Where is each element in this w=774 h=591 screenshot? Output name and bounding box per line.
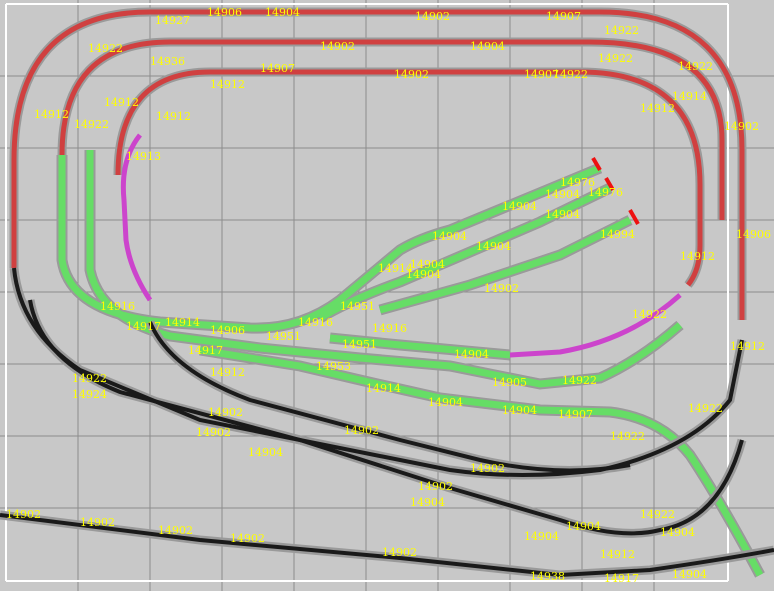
- track-label: 14904: [410, 496, 445, 509]
- track-label: 14904: [428, 396, 463, 409]
- track-label: 14914: [165, 316, 200, 329]
- track-label: 14902: [415, 10, 450, 23]
- track-label: 14916: [372, 322, 407, 335]
- track-label: 14922: [562, 374, 597, 387]
- track-label: 14951: [340, 300, 375, 313]
- track-label: 14922: [598, 52, 633, 65]
- track-label: 14904: [524, 530, 559, 543]
- track-label: 14917: [126, 320, 161, 333]
- track-label: 14907: [260, 62, 295, 75]
- track-label: 14902: [80, 516, 115, 529]
- track-label: 14907: [558, 408, 593, 421]
- track-label: 14922: [72, 372, 107, 385]
- track-label: 14904: [248, 446, 283, 459]
- track-label: 14913: [126, 150, 161, 163]
- track-label: 14916: [298, 316, 333, 329]
- track-label: 14904: [502, 200, 537, 213]
- track-label: 14902: [320, 40, 355, 53]
- track-label: 14902: [418, 480, 453, 493]
- track-label: 14902: [344, 424, 379, 437]
- track-label: 14904: [454, 348, 489, 361]
- track-label: 14902: [196, 426, 231, 439]
- track-label: 14922: [640, 508, 675, 521]
- track-label: 14904: [672, 568, 707, 581]
- track-label: 14922: [688, 402, 723, 415]
- track-label: 14953: [316, 360, 351, 373]
- track-label: 14902: [724, 120, 759, 133]
- track-label: 14914: [366, 382, 401, 395]
- track-label: 14922: [604, 24, 639, 37]
- track-label: 14904: [545, 208, 580, 221]
- track-label: 14912: [680, 250, 715, 263]
- track-label: 14976: [588, 186, 623, 199]
- track-label: 14922: [88, 42, 123, 55]
- track-label: 14912: [156, 110, 191, 123]
- track-label: 14922: [610, 430, 645, 443]
- track-label: 14902: [158, 524, 193, 537]
- track-label: 14902: [208, 406, 243, 419]
- track-label: 14905: [492, 376, 527, 389]
- track-label: 14912: [34, 108, 69, 121]
- track-label: 14904: [566, 520, 601, 533]
- track-label: 14912: [210, 78, 245, 91]
- track-plan: 14927 14906 14904 14902 14907 14922 1490…: [0, 0, 774, 591]
- track-label: 14906: [207, 6, 242, 19]
- track-label: 14916: [100, 300, 135, 313]
- track-label: 14927: [155, 14, 190, 27]
- track-label: 14922: [74, 118, 109, 131]
- track-label: 14904: [502, 404, 537, 417]
- track-label: 14936: [150, 55, 185, 68]
- track-label: 14904: [476, 240, 511, 253]
- track-label: 14922: [553, 68, 588, 81]
- track-label: 14904: [545, 188, 580, 201]
- track-label: 14904: [470, 40, 505, 53]
- track-label: 14951: [342, 338, 377, 351]
- track-label: 14904: [265, 6, 300, 19]
- track-label: 14912: [210, 366, 245, 379]
- track-label: 14902: [382, 546, 417, 559]
- track-label: 14912: [104, 96, 139, 109]
- track-label: 14917: [188, 344, 223, 357]
- track-label: 14902: [394, 68, 429, 81]
- track-label: 14906: [736, 228, 771, 241]
- track-label: 14912: [640, 102, 675, 115]
- track-label: 14912: [730, 340, 765, 353]
- track-label: 14902: [6, 508, 41, 521]
- track-label: 14902: [230, 532, 265, 545]
- track-label: 14902: [470, 462, 505, 475]
- track-label: 14904: [660, 526, 695, 539]
- track-label: 14902: [484, 282, 519, 295]
- track-label: 14922: [632, 308, 667, 321]
- track-label: 14938: [530, 570, 565, 583]
- track-label: 14951: [266, 330, 301, 343]
- track-label: 14904: [432, 230, 467, 243]
- track-label: 14922: [678, 60, 713, 73]
- track-label: 14914: [378, 262, 413, 275]
- track-label: 14906: [210, 324, 245, 337]
- track-label: 14912: [600, 548, 635, 561]
- track-label: 14907: [546, 10, 581, 23]
- track-label: 14924: [72, 388, 107, 401]
- track-label: 14994: [600, 228, 635, 241]
- track-label: 14904: [410, 258, 445, 271]
- track-label: 14914: [672, 90, 707, 103]
- track-label: 14917: [604, 572, 639, 585]
